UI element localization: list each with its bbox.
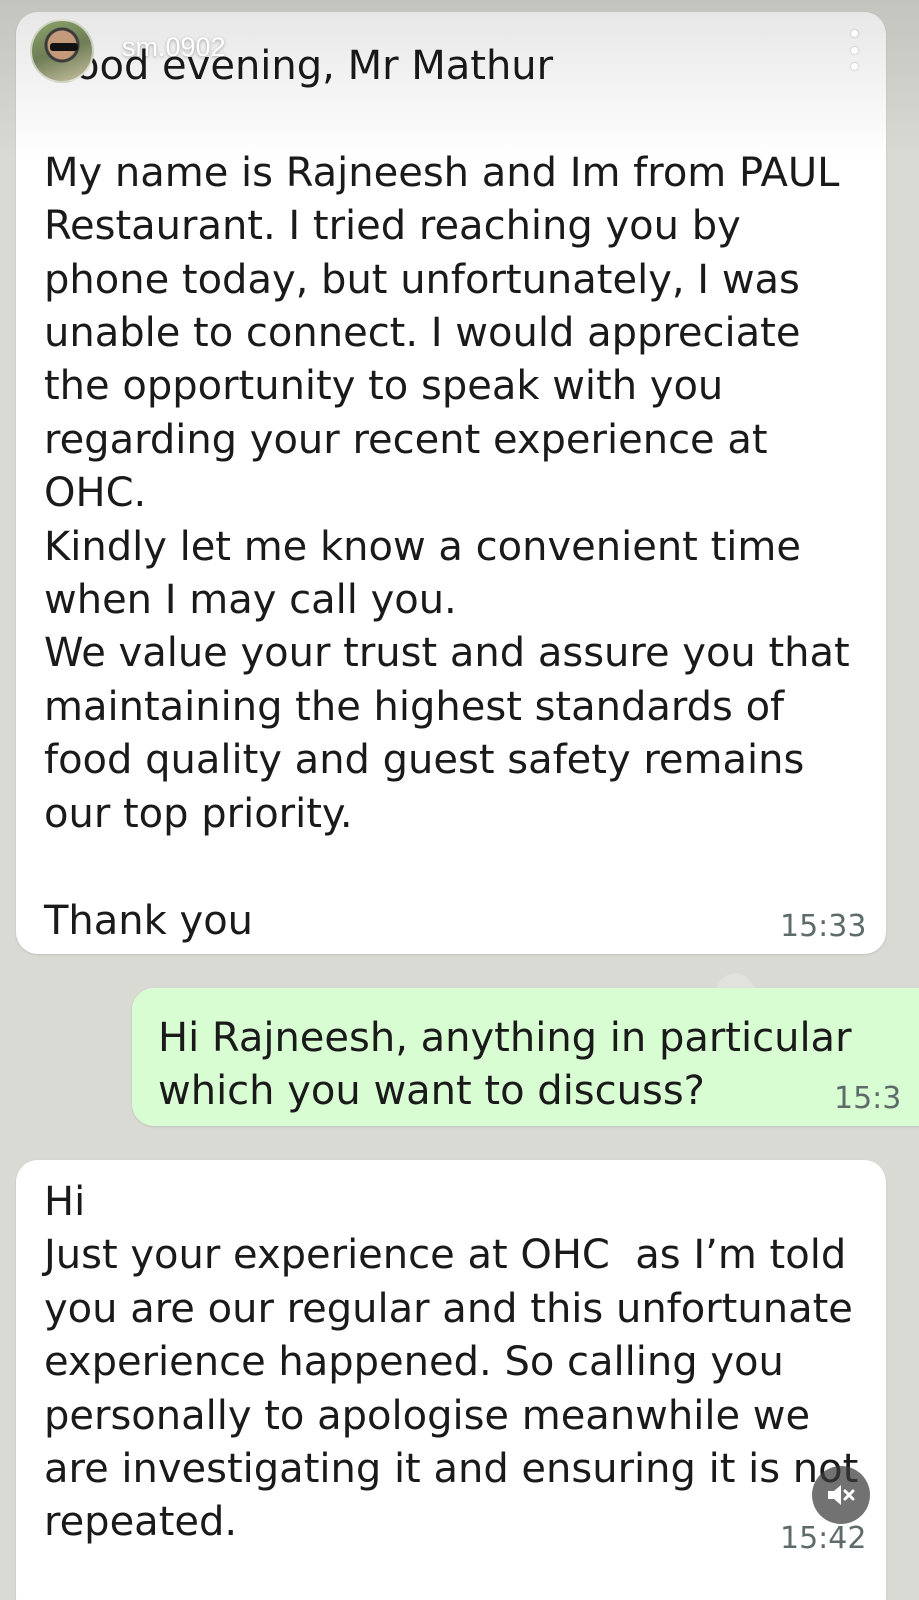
message-timestamp: 15:33 [780,909,867,944]
story-header: sm.0902 [30,18,226,84]
message-timestamp: 15:42 [780,1521,867,1556]
avatar[interactable] [30,19,94,83]
message-timestamp: 15:3 [834,1081,902,1116]
incoming-message-bubble[interactable]: Good evening, Mr Mathur My name is Rajne… [16,12,886,954]
message-text: Hi Rajneesh, anything in particular whic… [158,1015,865,1115]
message-text: Hi Just your experience at OHC as I’m to… [44,1179,858,1546]
more-vertical-icon[interactable] [842,30,866,70]
message-text: Good evening, Mr Mathur My name is Rajne… [44,43,850,944]
username[interactable]: sm.0902 [122,32,226,63]
outgoing-message-bubble[interactable]: Hi Rajneesh, anything in particular whic… [132,988,919,1126]
incoming-message-bubble[interactable]: Hi Just your experience at OHC as I’m to… [16,1160,886,1600]
speaker-muted-icon[interactable] [812,1466,870,1524]
